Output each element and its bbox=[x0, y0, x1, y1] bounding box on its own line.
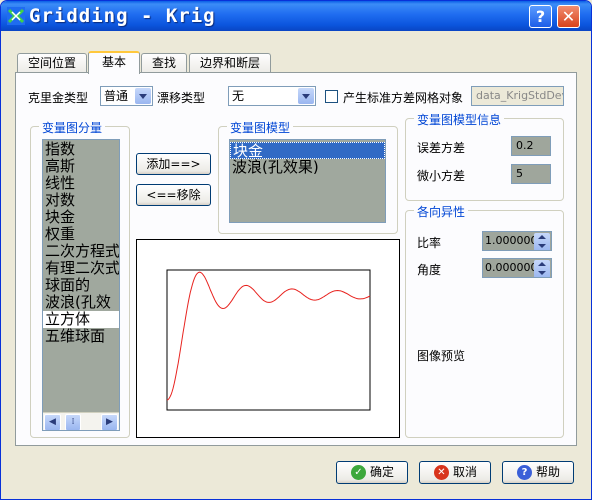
variogram-preview-chart bbox=[166, 269, 371, 411]
ratio-label: 比率 bbox=[417, 236, 442, 250]
help-label: 帮助 bbox=[536, 465, 561, 479]
micro-variance-label: 微小方差 bbox=[417, 169, 466, 183]
gridding-dialog: Gridding - Krig ? ✕ 空间位置 基本 查找 边界和断层 克里金… bbox=[0, 0, 592, 500]
error-variance-field[interactable]: 0.2 bbox=[511, 136, 551, 156]
image-preview bbox=[136, 239, 400, 438]
component-list-item[interactable]: 块金 bbox=[43, 209, 119, 226]
variogram-model-title: 变量图模型 bbox=[227, 119, 294, 136]
cancel-icon: ✕ bbox=[434, 465, 449, 480]
ok-label: 确定 bbox=[370, 465, 395, 479]
close-button[interactable]: ✕ bbox=[557, 5, 580, 28]
component-list-item[interactable]: 球面的 bbox=[43, 277, 119, 294]
cancel-button[interactable]: ✕ 取消 bbox=[419, 461, 491, 484]
title-bar[interactable]: Gridding - Krig ? ✕ bbox=[1, 1, 591, 31]
tab-basic[interactable]: 基本 bbox=[88, 51, 140, 74]
model-list-item[interactable]: 波浪(孔效果) bbox=[230, 159, 385, 176]
tab-spatial-position[interactable]: 空间位置 bbox=[17, 53, 87, 73]
std-grid-checkbox[interactable] bbox=[325, 90, 338, 103]
anisotropy-group: 各向异性 比率 1.000000 角度 0.000000 图像预览 bbox=[405, 203, 564, 438]
spin-arrows-icon[interactable] bbox=[534, 233, 550, 250]
ok-button[interactable]: ✓ 确定 bbox=[336, 461, 408, 484]
component-list-item[interactable]: 二次方程式 bbox=[43, 243, 119, 260]
image-preview-label: 图像预览 bbox=[417, 349, 466, 363]
help-button[interactable]: ? 帮助 bbox=[502, 461, 574, 484]
std-grid-name-field: data_KrigStdDev bbox=[471, 86, 564, 106]
cancel-label: 取消 bbox=[453, 465, 478, 479]
scroll-thumb[interactable]: ⁞ bbox=[65, 414, 81, 430]
model-info-title: 变量图模型信息 bbox=[414, 111, 505, 128]
model-list-item[interactable]: 块金 bbox=[230, 142, 385, 160]
component-list-item[interactable]: 立方体 bbox=[43, 311, 119, 328]
drift-type-select[interactable]: 无 bbox=[228, 86, 316, 106]
component-list-item[interactable]: 有理二次式 bbox=[43, 260, 119, 277]
help-title-button[interactable]: ? bbox=[529, 5, 552, 28]
variogram-curve bbox=[166, 271, 371, 401]
anisotropy-title: 各向异性 bbox=[414, 203, 469, 220]
component-list-item[interactable]: 高斯 bbox=[43, 158, 119, 175]
component-list-item[interactable]: 权重 bbox=[43, 226, 119, 243]
std-grid-label: 产生标准方差网格对象 bbox=[343, 91, 464, 105]
tab-page-basic: 克里金类型 普通 漂移类型 无 产生标准方差网格对象 data_KrigStdD… bbox=[15, 72, 577, 446]
help-icon: ? bbox=[517, 465, 532, 480]
variogram-model-group: 变量图模型 块金 波浪(孔效果) bbox=[218, 119, 398, 234]
checkmark-icon: ✓ bbox=[351, 465, 366, 480]
window-title: Gridding - Krig bbox=[29, 5, 216, 27]
component-list-item[interactable]: 波浪(孔效 bbox=[43, 294, 119, 311]
add-button[interactable]: 添加==> bbox=[136, 153, 211, 175]
angle-label: 角度 bbox=[417, 263, 442, 277]
app-icon bbox=[7, 7, 25, 25]
ratio-field[interactable]: 1.000000 bbox=[482, 231, 552, 251]
error-variance-label: 误差方差 bbox=[417, 141, 466, 155]
variogram-model-list[interactable]: 块金 波浪(孔效果) bbox=[229, 139, 386, 223]
spin-arrows-icon[interactable] bbox=[534, 260, 550, 277]
remove-button[interactable]: <==移除 bbox=[136, 184, 211, 206]
scroll-right-icon[interactable]: ▶ bbox=[101, 414, 118, 430]
chevron-down-icon[interactable] bbox=[298, 88, 314, 104]
krig-type-label: 克里金类型 bbox=[28, 91, 89, 105]
angle-field[interactable]: 0.000000 bbox=[482, 258, 552, 278]
variogram-components-group: 变量图分量 指数 高斯 线性 对数 块金 权重 二次方程式 有理二次式 球面的 波浪(孔效 立方体五… bbox=[30, 119, 130, 438]
component-list-item[interactable]: 线性 bbox=[43, 175, 119, 192]
krig-type-select[interactable]: 普通 bbox=[100, 86, 153, 106]
chevron-down-icon[interactable] bbox=[135, 88, 151, 104]
tab-search[interactable]: 查找 bbox=[141, 53, 187, 73]
component-list-item[interactable]: 对数 bbox=[43, 192, 119, 209]
variogram-components-list[interactable]: 指数 高斯 线性 对数 块金 权重 二次方程式 有理二次式 球面的 波浪(孔效 立方体 五维球面 ◀ … bbox=[42, 139, 120, 431]
drift-type-label: 漂移类型 bbox=[157, 91, 206, 105]
micro-variance-field[interactable]: 5 bbox=[511, 164, 551, 184]
variogram-components-title: 变量图分量 bbox=[39, 119, 106, 136]
component-list-item[interactable]: 指数 bbox=[43, 141, 119, 158]
component-list-item[interactable]: 五维球面 bbox=[43, 328, 119, 345]
model-info-group: 变量图模型信息 误差方差 0.2 微小方差 5 bbox=[405, 111, 564, 201]
scroll-left-icon[interactable]: ◀ bbox=[44, 414, 61, 430]
tab-boundaries-faults[interactable]: 边界和断层 bbox=[189, 53, 271, 73]
horizontal-scrollbar[interactable]: ◀ ⁞ ▶ bbox=[43, 412, 119, 430]
